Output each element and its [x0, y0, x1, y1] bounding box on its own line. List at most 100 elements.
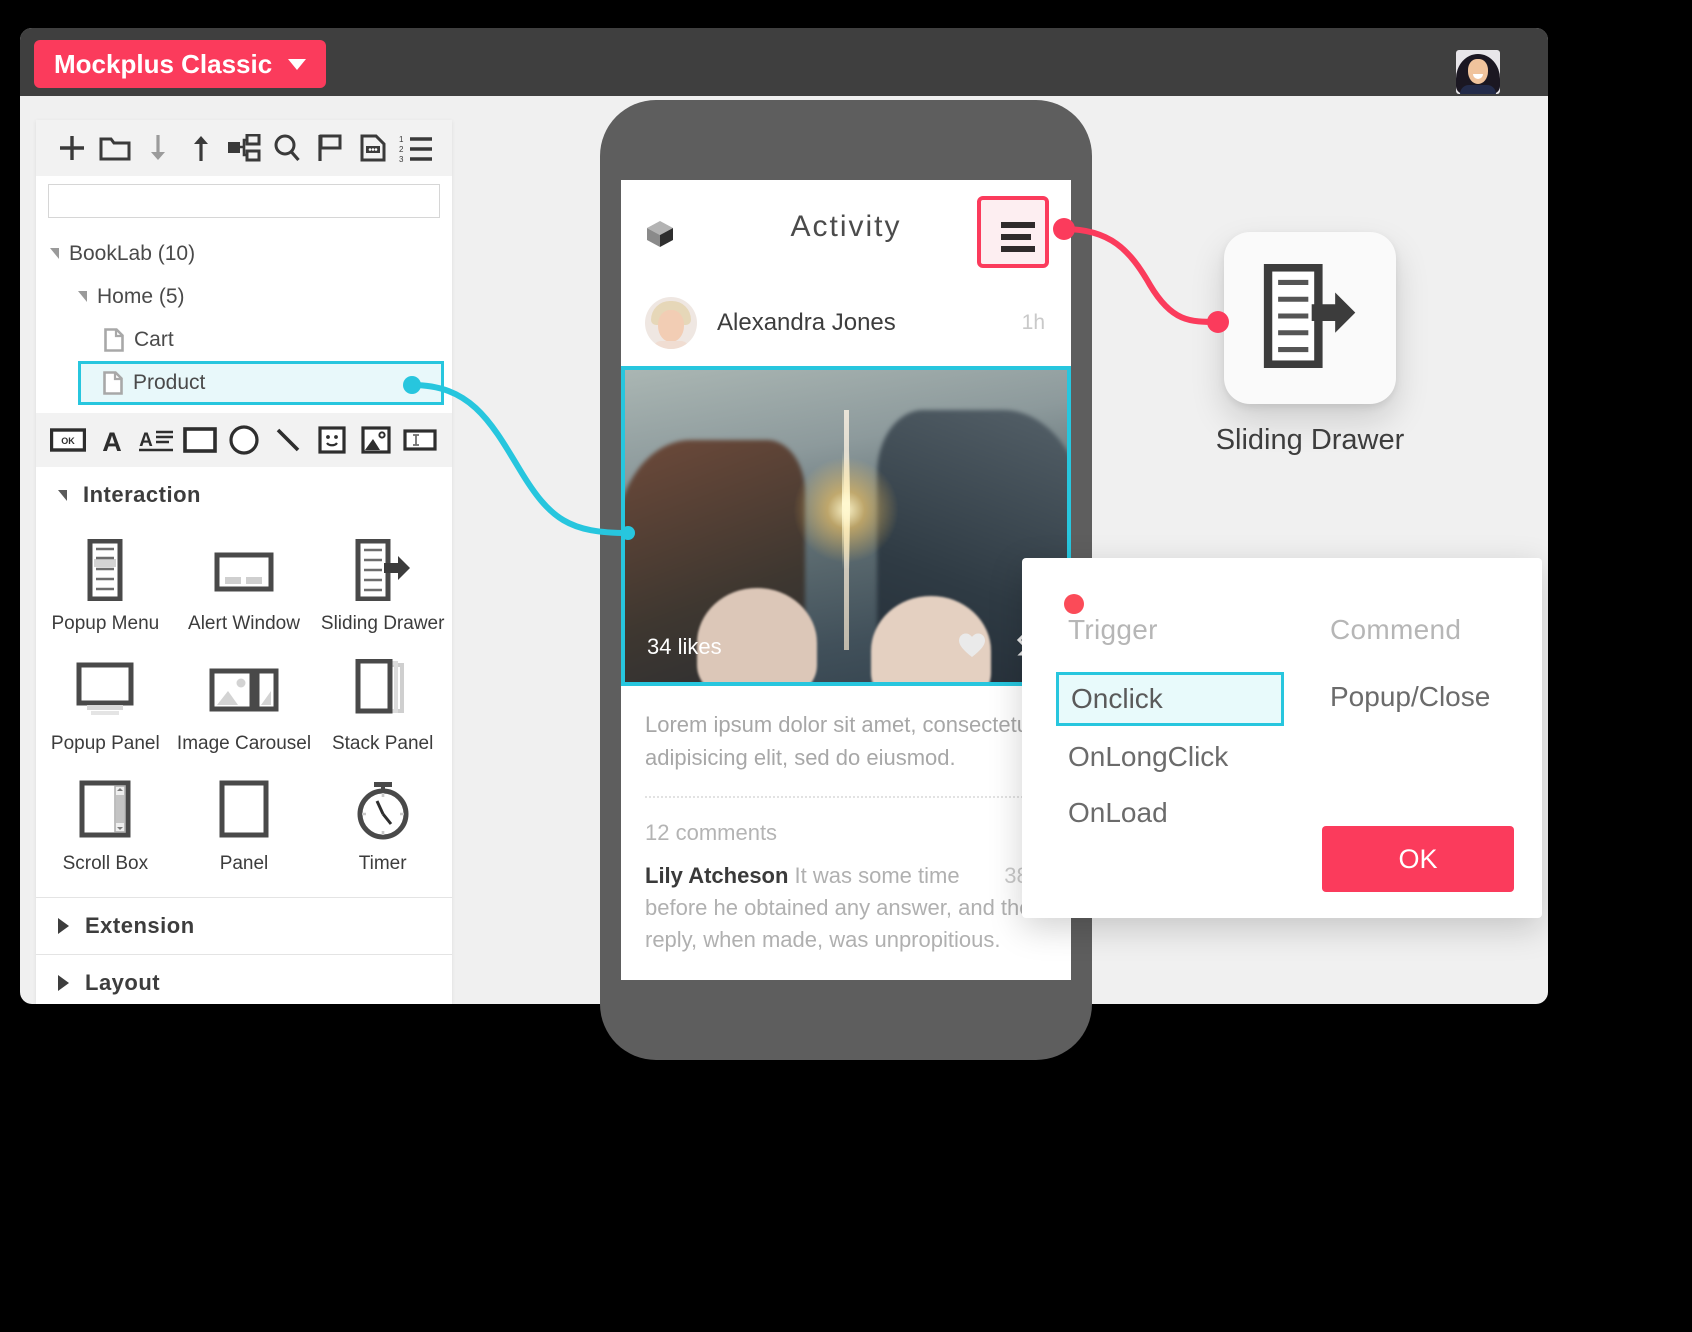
section-label: Layout	[85, 970, 161, 995]
brand-menu-button[interactable]: Mockplus Classic	[34, 40, 327, 88]
page-toolbar: 1 2 3	[36, 120, 452, 176]
paragraph-icon[interactable]: A	[134, 413, 178, 467]
sitemap-icon[interactable]	[222, 120, 265, 176]
section-layout[interactable]: Layout	[36, 955, 452, 1004]
tree-item-product[interactable]: Product	[78, 361, 444, 405]
svg-text:A: A	[139, 430, 153, 451]
post-text: Lorem ipsum dolor sit amet, consectetur …	[645, 712, 1037, 770]
phone-mockup: Activity Alexandra Jones 1h 34 likes Lor…	[600, 100, 1092, 1060]
post-avatar	[645, 297, 697, 349]
trigger-option-onlongclick[interactable]: OnLongClick	[1068, 732, 1284, 782]
page-icon	[104, 327, 124, 352]
line-icon[interactable]	[266, 413, 310, 467]
post-time: 1h	[1021, 311, 1045, 334]
numbered-list-icon[interactable]: 1 2 3	[395, 120, 438, 176]
avatar-face	[1468, 59, 1488, 84]
sliding-drawer-card[interactable]	[1224, 232, 1396, 404]
arrow-down-icon[interactable]	[136, 120, 179, 176]
duplicate-page-icon[interactable]	[352, 120, 395, 176]
input-field-icon[interactable]	[398, 413, 442, 467]
trigger-option-onclick[interactable]: Onclick	[1056, 672, 1284, 726]
search-input[interactable]	[48, 184, 440, 218]
post-body: Lorem ipsum dolor sit amet, consectetur …	[621, 686, 1071, 798]
trigger-option-onload[interactable]: OnLoad	[1068, 788, 1284, 838]
component-timer[interactable]: Timer	[313, 775, 452, 875]
page-icon	[103, 371, 123, 395]
trigger-column-header: Trigger	[1068, 614, 1158, 645]
tree-item-label: Cart	[134, 327, 174, 351]
chevron-down-icon	[288, 58, 307, 70]
tree-item-label: Home (5)	[97, 284, 185, 308]
smiley-icon[interactable]	[310, 413, 354, 467]
comment-author: Lily Atcheson	[645, 863, 789, 888]
text-icon[interactable]: A	[90, 413, 134, 467]
tree-item-label: Product	[133, 371, 206, 394]
component-image-carousel[interactable]: Image Carousel	[175, 655, 314, 755]
commend-option-popup-close[interactable]: Popup/Close	[1330, 672, 1542, 722]
add-icon[interactable]	[50, 120, 93, 176]
tree-item-cart[interactable]: Cart	[36, 318, 452, 361]
search-icon[interactable]	[266, 120, 309, 176]
collapse-arrow-icon[interactable]	[50, 248, 59, 259]
component-scroll-box[interactable]: Scroll Box	[36, 775, 175, 875]
hamburger-icon	[1001, 222, 1035, 252]
popup-panel-icon	[73, 655, 137, 721]
sliding-drawer-card-label: Sliding Drawer	[1215, 424, 1405, 456]
arrow-up-icon[interactable]	[179, 120, 222, 176]
post-image[interactable]: 34 likes	[621, 366, 1071, 686]
tree-item-booklab[interactable]: BookLab (10)	[36, 232, 452, 275]
timer-icon	[352, 775, 414, 841]
rectangle-icon[interactable]	[178, 413, 222, 467]
alert-window-icon	[213, 535, 275, 601]
section-extension[interactable]: Extension	[36, 898, 452, 954]
button-icon[interactable]: OK	[46, 413, 90, 467]
circle-icon[interactable]	[222, 413, 266, 467]
component-label: Scroll Box	[62, 853, 149, 874]
avatar[interactable]	[1456, 50, 1500, 94]
comments-count: 12 comments	[645, 820, 778, 845]
commend-column-header: Commend	[1330, 614, 1462, 645]
sliding-drawer-icon	[352, 535, 414, 601]
tree-item-home[interactable]: Home (5)	[36, 275, 452, 318]
tree-item-label: BookLab (10)	[69, 241, 196, 265]
component-stack-panel[interactable]: Stack Panel	[313, 655, 452, 755]
component-alert-window[interactable]: Alert Window	[175, 535, 314, 635]
image-carousel-icon	[209, 655, 279, 721]
post-author-name: Alexandra Jones	[717, 309, 896, 336]
component-label: Timer	[358, 853, 407, 874]
component-label: Stack Panel	[331, 733, 434, 754]
component-sliding-drawer[interactable]: Sliding Drawer	[313, 535, 452, 635]
scroll-box-icon	[77, 775, 133, 841]
phone-screen: Activity Alexandra Jones 1h 34 likes Lor…	[621, 180, 1071, 980]
component-popup-panel[interactable]: Popup Panel	[36, 655, 175, 755]
interaction-component-grid: Popup Menu Alert Window Sliding Drawer P…	[36, 523, 452, 897]
component-panel[interactable]: Panel	[175, 775, 314, 875]
component-popup-menu[interactable]: Popup Menu	[36, 535, 175, 635]
title-bar: Mockplus Classic	[20, 28, 1548, 96]
flag-icon[interactable]	[309, 120, 352, 176]
component-label: Panel	[219, 853, 269, 874]
component-label: Image Carousel	[176, 733, 312, 754]
section-interaction[interactable]: Interaction	[36, 467, 452, 523]
left-panel: 1 2 3 BookLab (10) Home (5) Cart Product…	[36, 120, 452, 1004]
image-icon[interactable]	[354, 413, 398, 467]
search-field-wrap	[36, 176, 452, 228]
hamburger-menu[interactable]	[977, 196, 1049, 268]
post-author-row: Alexandra Jones 1h	[621, 284, 1071, 362]
popup-menu-icon	[82, 535, 128, 601]
avatar-body	[1460, 85, 1496, 94]
component-label: Popup Menu	[51, 613, 160, 634]
collapse-arrow-icon[interactable]	[78, 291, 87, 302]
folder-icon[interactable]	[93, 120, 136, 176]
sliding-drawer-icon	[1258, 262, 1362, 373]
ok-button[interactable]: OK	[1322, 826, 1514, 892]
status-dot	[1064, 594, 1084, 614]
page-tree: BookLab (10) Home (5) Cart Product	[36, 228, 452, 405]
heart-icon[interactable]	[957, 631, 987, 664]
component-toolbar: OK A A	[36, 413, 452, 467]
trigger-column: Trigger Onclick OnLongClick OnLoad	[1022, 614, 1284, 844]
svg-text:OK: OK	[61, 436, 75, 446]
screenshot-root: Mockplus Classic 1 2 3 BookLab (10) Home…	[0, 0, 1692, 1332]
comment-item: 38m Lily Atcheson It was some time befor…	[621, 846, 1071, 956]
component-label: Sliding Drawer	[320, 613, 445, 634]
